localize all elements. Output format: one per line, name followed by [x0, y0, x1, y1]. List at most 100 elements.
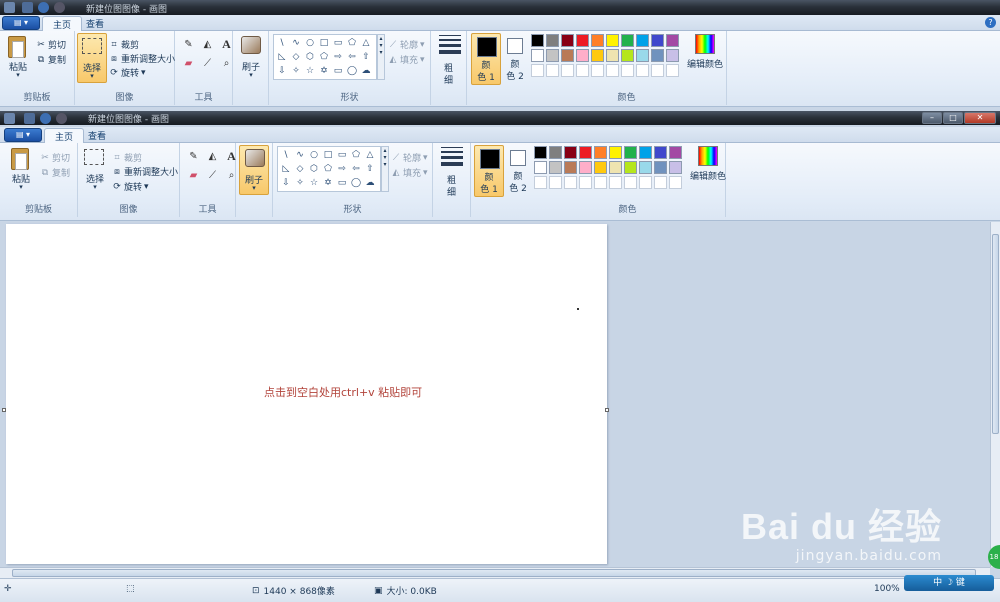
- copy-button[interactable]: ⧉ 复制: [36, 53, 66, 67]
- crop-button[interactable]: ⌗ 裁剪: [109, 38, 139, 52]
- palette-color-swatch[interactable]: [549, 161, 562, 174]
- fill-button[interactable]: ◭ 填充 ▾: [391, 166, 428, 180]
- undo-icon[interactable]: [38, 2, 49, 13]
- shape-option[interactable]: ▭: [335, 176, 349, 190]
- palette-color-swatch[interactable]: [564, 176, 577, 189]
- tab-view[interactable]: 查看: [76, 16, 114, 31]
- palette-color-swatch[interactable]: [591, 64, 604, 77]
- palette-color-swatch[interactable]: [666, 49, 679, 62]
- text-tool-icon[interactable]: A: [219, 37, 234, 52]
- line-size-icon[interactable]: [441, 147, 463, 169]
- tab-view[interactable]: 查看: [78, 128, 116, 143]
- edit-colors-button[interactable]: 编辑颜色: [688, 145, 728, 182]
- shape-option[interactable]: ⬠: [345, 36, 359, 50]
- rotate-button[interactable]: ⟳ 旋转 ▾: [112, 180, 148, 194]
- size-button[interactable]: 粗 细: [431, 63, 466, 87]
- palette-color-swatch[interactable]: [654, 176, 667, 189]
- palette-color-swatch[interactable]: [636, 64, 649, 77]
- palette-color-swatch[interactable]: [639, 176, 652, 189]
- shape-option[interactable]: ☁: [363, 176, 377, 190]
- palette-color-swatch[interactable]: [579, 146, 592, 159]
- brushes-button[interactable]: 刷子 ▾: [239, 145, 269, 195]
- palette-color-swatch[interactable]: [669, 146, 682, 159]
- copy-button[interactable]: ⧉ 复制: [40, 166, 70, 180]
- palette-color-swatch[interactable]: [651, 49, 664, 62]
- shape-option[interactable]: ⇨: [335, 162, 349, 176]
- color1-button[interactable]: 颜色 1: [474, 145, 504, 197]
- select-button[interactable]: 选择 ▾: [80, 145, 110, 195]
- ime-toolbar[interactable]: 中 ☽ 键: [904, 575, 994, 591]
- palette-color-swatch[interactable]: [666, 64, 679, 77]
- fill-button[interactable]: ◭ 填充 ▾: [388, 53, 425, 67]
- color-picker-icon[interactable]: ⟋: [200, 56, 215, 71]
- shape-option[interactable]: ▭: [331, 64, 345, 78]
- palette-color-swatch[interactable]: [531, 49, 544, 62]
- line-size-icon[interactable]: [439, 35, 461, 57]
- shapes-gallery[interactable]: \ ∿ ○ □ ▭ ⬠ △ ◺ ◇ ⬡ ⬠ ⇨ ⇦ ⇧ ⇩ ✧ ☆ ✡ ▭ ◯ ☁: [273, 34, 377, 80]
- shape-option[interactable]: ◇: [293, 162, 307, 176]
- palette-color-swatch[interactable]: [621, 64, 634, 77]
- shape-option[interactable]: ○: [307, 148, 321, 162]
- palette-color-swatch[interactable]: [594, 161, 607, 174]
- shapes-gallery-scroll[interactable]: ▴ ▾ ▾: [381, 146, 389, 192]
- eraser-icon[interactable]: ▰: [186, 168, 201, 183]
- palette-color-swatch[interactable]: [534, 161, 547, 174]
- palette-color-swatch[interactable]: [531, 64, 544, 77]
- cut-button[interactable]: ✂ 剪切: [40, 151, 70, 165]
- palette-color-swatch[interactable]: [639, 146, 652, 159]
- palette-color-swatch[interactable]: [606, 49, 619, 62]
- palette-color-swatch[interactable]: [624, 176, 637, 189]
- shape-option[interactable]: ⬡: [307, 162, 321, 176]
- shape-option[interactable]: ⇧: [363, 162, 377, 176]
- vertical-scroll-thumb[interactable]: [992, 234, 999, 434]
- palette-color-swatch[interactable]: [651, 34, 664, 47]
- outline-button[interactable]: ⟋ 轮廓 ▾: [391, 151, 428, 165]
- palette-color-swatch[interactable]: [609, 146, 622, 159]
- drawing-canvas[interactable]: 点击到空白处用ctrl+v 粘贴即可: [6, 224, 607, 564]
- shape-option[interactable]: ◇: [289, 50, 303, 64]
- palette-color-swatch[interactable]: [621, 49, 634, 62]
- palette-color-swatch[interactable]: [636, 49, 649, 62]
- redo-icon[interactable]: [56, 113, 67, 124]
- cut-button[interactable]: ✂ 剪切: [36, 38, 66, 52]
- palette-color-swatch[interactable]: [534, 176, 547, 189]
- palette-color-swatch[interactable]: [609, 176, 622, 189]
- palette-color-swatch[interactable]: [546, 34, 559, 47]
- size-button[interactable]: 粗 细: [433, 175, 470, 199]
- brushes-button[interactable]: 刷子 ▾: [236, 33, 266, 83]
- vertical-scrollbar[interactable]: [990, 222, 1000, 567]
- shape-option[interactable]: □: [321, 148, 335, 162]
- palette-color-swatch[interactable]: [654, 161, 667, 174]
- shape-option[interactable]: ⇩: [275, 64, 289, 78]
- palette-color-swatch[interactable]: [531, 34, 544, 47]
- palette-color-swatch[interactable]: [546, 64, 559, 77]
- palette-color-swatch[interactable]: [594, 176, 607, 189]
- shape-option[interactable]: ◺: [275, 50, 289, 64]
- resize-button[interactable]: ⧈ 重新调整大小: [112, 165, 178, 179]
- palette-color-swatch[interactable]: [579, 161, 592, 174]
- shape-option[interactable]: △: [363, 148, 377, 162]
- shape-option[interactable]: ☆: [303, 64, 317, 78]
- minimize-button[interactable]: –: [922, 112, 942, 124]
- palette-color-swatch[interactable]: [669, 176, 682, 189]
- close-button[interactable]: ✕: [964, 112, 996, 124]
- palette-color-swatch[interactable]: [636, 34, 649, 47]
- shape-option[interactable]: ⬠: [321, 162, 335, 176]
- palette-color-swatch[interactable]: [594, 146, 607, 159]
- crop-button[interactable]: ⌗ 裁剪: [112, 151, 142, 165]
- shape-option[interactable]: ✡: [321, 176, 335, 190]
- paste-button[interactable]: 粘贴 ▾: [6, 145, 36, 195]
- palette-color-swatch[interactable]: [561, 34, 574, 47]
- shape-option[interactable]: ⇧: [359, 50, 373, 64]
- color2-button[interactable]: 颜色 2: [500, 33, 530, 85]
- shapes-gallery-scroll[interactable]: ▴ ▾ ▾: [377, 34, 385, 80]
- palette-color-swatch[interactable]: [561, 49, 574, 62]
- outline-button[interactable]: ⟋ 轮廓 ▾: [388, 38, 425, 52]
- shape-option[interactable]: ⬠: [317, 50, 331, 64]
- palette-color-swatch[interactable]: [591, 49, 604, 62]
- palette-color-swatch[interactable]: [624, 146, 637, 159]
- shape-option[interactable]: ✧: [289, 64, 303, 78]
- shape-option[interactable]: ⬠: [349, 148, 363, 162]
- shape-option[interactable]: ⇦: [349, 162, 363, 176]
- shape-option[interactable]: ⬡: [303, 50, 317, 64]
